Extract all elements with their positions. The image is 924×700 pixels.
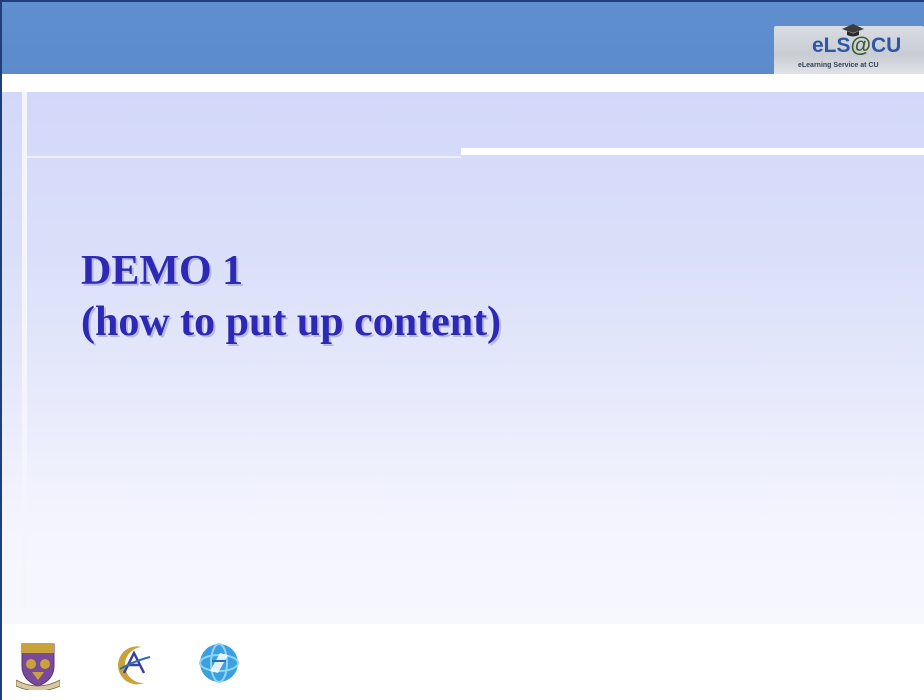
- globe-emblem-icon: [199, 643, 239, 683]
- crescent-emblem-icon: [118, 646, 151, 685]
- header-divider: [2, 74, 924, 92]
- title-rule-right: [461, 148, 924, 155]
- logo-text-cu: CU: [871, 34, 902, 57]
- logo-tagline: eLearning Service at CU: [798, 62, 879, 69]
- panel-left-edge: [22, 92, 27, 608]
- header-bar: eLS@CU eLearning Service at CU: [2, 2, 924, 78]
- logo-text-els: eLS: [812, 34, 851, 57]
- university-crest-icon: [16, 643, 60, 690]
- slide-title: DEMO 1 (how to put up content): [81, 246, 501, 348]
- title-rule-left: [27, 156, 461, 158]
- content-panel: [2, 92, 924, 624]
- slide-title-line-1: DEMO 1: [81, 248, 244, 294]
- logo-text-at: @: [850, 34, 871, 57]
- els-cu-logo: eLS@CU eLearning Service at CU: [774, 24, 924, 78]
- slide-title-line-2: (how to put up content): [81, 299, 502, 345]
- logo-wordmark: eLS@CU: [812, 34, 901, 58]
